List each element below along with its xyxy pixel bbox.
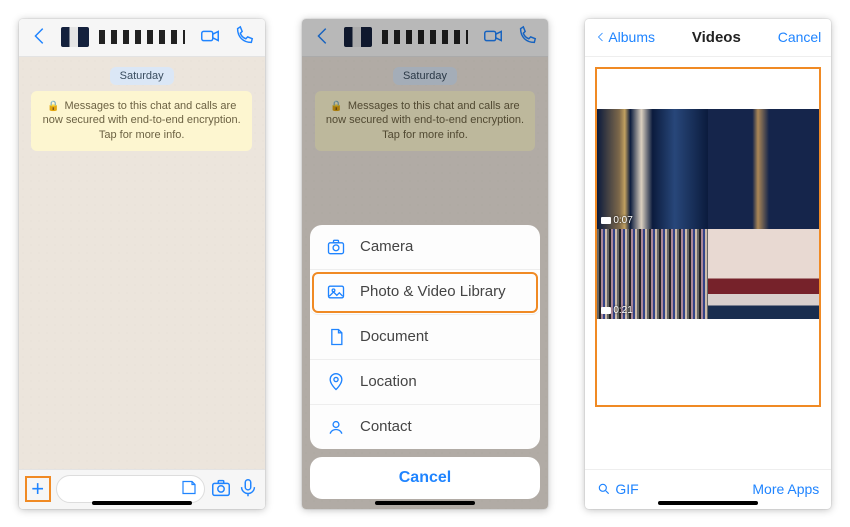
picker-cancel-button[interactable]: Cancel	[778, 29, 822, 45]
video-thumb[interactable]: 0:21	[597, 229, 708, 319]
contact-name-redacted[interactable]	[99, 30, 185, 44]
lock-icon: 🔒	[47, 101, 59, 112]
back-icon[interactable]	[25, 23, 55, 52]
panel-chat: Saturday 🔒 Messages to this chat and cal…	[19, 19, 265, 509]
picker-title: Videos	[692, 29, 741, 46]
encryption-notice: 🔒 Messages to this chat and calls are no…	[315, 91, 536, 152]
date-pill: Saturday	[110, 67, 174, 85]
encryption-notice[interactable]: 🔒 Messages to this chat and calls are no…	[31, 91, 252, 152]
video-duration: 0:21	[601, 305, 632, 316]
message-input[interactable]	[56, 475, 205, 503]
contact-name-redacted	[382, 30, 468, 44]
option-document[interactable]: Document	[310, 315, 540, 360]
video-call-icon[interactable]	[195, 23, 225, 52]
albums-label: Albums	[608, 29, 655, 45]
encryption-text: Messages to this chat and calls are now …	[326, 100, 524, 142]
voice-call-icon[interactable]	[229, 23, 259, 52]
option-document-label: Document	[360, 328, 428, 345]
camera-icon[interactable]	[210, 477, 232, 502]
mic-icon[interactable]	[237, 477, 259, 502]
option-location-label: Location	[360, 373, 417, 390]
home-indicator	[92, 501, 192, 505]
gif-search-button[interactable]: GIF	[597, 481, 638, 497]
option-contact[interactable]: Contact	[310, 405, 540, 449]
sticker-icon[interactable]	[180, 479, 198, 500]
video-duration: 0:07	[601, 215, 632, 226]
panel-attach-sheet: Saturday 🔒 Messages to this chat and cal…	[302, 19, 548, 509]
option-photo-video-library[interactable]: Photo & Video Library	[310, 270, 540, 315]
chat-header	[19, 19, 265, 57]
panel-video-picker: Albums Videos Cancel 0:07 0:21 GIF More …	[585, 19, 831, 509]
video-grid: 0:07 0:21	[595, 67, 821, 407]
option-library-label: Photo & Video Library	[360, 283, 506, 300]
attach-button[interactable]: +	[25, 476, 51, 502]
sheet-cancel-button[interactable]: Cancel	[310, 457, 540, 499]
picker-header: Albums Videos Cancel	[585, 19, 831, 57]
contact-avatar[interactable]	[61, 27, 89, 47]
sheet-options: Camera Photo & Video Library Document Lo…	[310, 225, 540, 449]
picker-body: 0:07 0:21	[585, 57, 831, 469]
video-thumb[interactable]	[597, 319, 819, 405]
video-thumb[interactable]	[708, 109, 819, 229]
date-pill: Saturday	[393, 67, 457, 85]
home-indicator	[658, 501, 758, 505]
home-indicator	[375, 501, 475, 505]
option-camera[interactable]: Camera	[310, 225, 540, 270]
back-icon	[308, 23, 338, 52]
chat-body: Saturday 🔒 Messages to this chat and cal…	[19, 57, 265, 469]
attach-action-sheet: Camera Photo & Video Library Document Lo…	[310, 225, 540, 499]
option-camera-label: Camera	[360, 238, 413, 255]
contact-avatar	[344, 27, 372, 47]
option-contact-label: Contact	[360, 418, 412, 435]
video-thumb[interactable]	[597, 69, 819, 109]
video-thumb[interactable]: 0:07	[597, 109, 708, 229]
albums-back-button[interactable]: Albums	[595, 29, 655, 45]
lock-icon: 🔒	[330, 101, 342, 112]
voice-call-icon	[512, 23, 542, 52]
video-thumb[interactable]	[708, 229, 819, 319]
chat-header	[302, 19, 548, 57]
encryption-text: Messages to this chat and calls are now …	[43, 100, 241, 142]
video-call-icon	[478, 23, 508, 52]
option-location[interactable]: Location	[310, 360, 540, 405]
more-apps-button[interactable]: More Apps	[752, 481, 819, 497]
gif-label: GIF	[615, 481, 638, 497]
